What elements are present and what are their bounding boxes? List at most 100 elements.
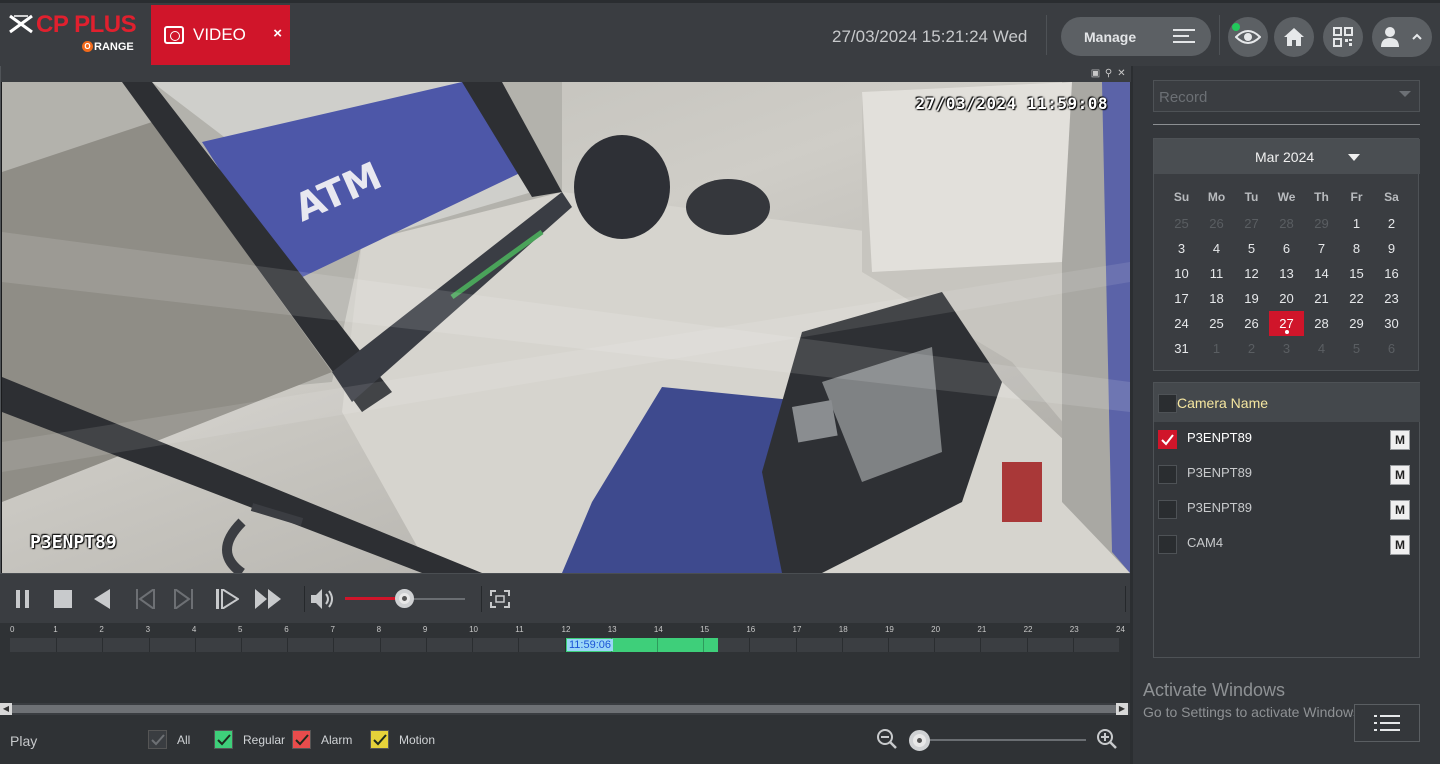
- camera-row[interactable]: P3ENPT89 M: [1154, 492, 1420, 527]
- calendar-day[interactable]: 13: [1269, 261, 1304, 286]
- camera-checkbox[interactable]: [1158, 535, 1177, 554]
- timeline-ruler[interactable]: 0 1 2 3 4 5 6 7 8 9 10 11 12 13 14 15 16 17 18 19 20 21 22 23 24: [0, 623, 1130, 703]
- calendar-day[interactable]: 2: [1234, 336, 1269, 361]
- calendar-day[interactable]: 11: [1199, 261, 1234, 286]
- legend-checkbox[interactable]: [148, 730, 167, 749]
- calendar-day[interactable]: 7: [1304, 236, 1339, 261]
- scrollbar-thumb[interactable]: [12, 705, 1116, 713]
- timeline-hour-label: 15: [700, 625, 710, 634]
- calendar-day[interactable]: 28: [1304, 311, 1339, 336]
- mute-button[interactable]: [310, 586, 336, 612]
- calendar-day[interactable]: 10: [1164, 261, 1199, 286]
- calendar-day[interactable]: 25: [1199, 311, 1234, 336]
- select-all-cameras-checkbox[interactable]: [1158, 394, 1177, 413]
- calendar-day[interactable]: 26: [1234, 311, 1269, 336]
- calendar-day[interactable]: 25: [1164, 211, 1199, 236]
- video-window[interactable]: ▣ ⚲ ✕ ATM 27/03/2024 11:59:08 P3ENPT89: [0, 66, 1131, 573]
- calendar-day[interactable]: 8: [1339, 236, 1374, 261]
- calendar-day[interactable]: 4: [1199, 236, 1234, 261]
- calendar-day[interactable]: 1: [1199, 336, 1234, 361]
- calendar-day[interactable]: 31: [1164, 336, 1199, 361]
- fullscreen-button[interactable]: [488, 586, 512, 612]
- calendar-day[interactable]: 28: [1269, 211, 1304, 236]
- calendar-day[interactable]: 6: [1269, 236, 1304, 261]
- calendar-day[interactable]: 2: [1374, 211, 1409, 236]
- camera-row[interactable]: P3ENPT89 M: [1154, 457, 1420, 492]
- calendar-day[interactable]: 20: [1269, 286, 1304, 311]
- calendar-day[interactable]: 9: [1374, 236, 1409, 261]
- calendar-day[interactable]: 27: [1269, 311, 1304, 336]
- zoom-out-icon[interactable]: [876, 728, 898, 750]
- tab-close-button[interactable]: ×: [273, 25, 282, 42]
- legend-filter-2[interactable]: Alarm: [292, 730, 352, 749]
- calendar-day[interactable]: 17: [1164, 286, 1199, 311]
- calendar-day[interactable]: 21: [1304, 286, 1339, 311]
- camera-row[interactable]: CAM4 M: [1154, 527, 1420, 562]
- scroll-right-arrow-icon[interactable]: ▶: [1116, 703, 1128, 715]
- camera-row[interactable]: P3ENPT89 M: [1154, 422, 1420, 457]
- calendar-day[interactable]: 29: [1339, 311, 1374, 336]
- stop-button[interactable]: [52, 586, 74, 612]
- month-dropdown-icon[interactable]: [1348, 154, 1360, 161]
- tab-video[interactable]: VIDEO ×: [151, 5, 290, 65]
- scroll-left-arrow-icon[interactable]: ◀: [0, 703, 12, 715]
- snapshot-icon[interactable]: ▣: [1090, 68, 1101, 79]
- calendar-day[interactable]: 5: [1339, 336, 1374, 361]
- calendar-day[interactable]: 22: [1339, 286, 1374, 311]
- volume-slider-handle[interactable]: [395, 589, 414, 608]
- previous-frame-button[interactable]: [133, 586, 157, 612]
- camera-checkbox[interactable]: [1158, 500, 1177, 519]
- user-menu-button[interactable]: [1372, 17, 1432, 57]
- zoom-in-icon[interactable]: [1096, 728, 1118, 750]
- calendar-day[interactable]: 3: [1269, 336, 1304, 361]
- list-view-button[interactable]: [1354, 704, 1420, 742]
- calendar-day[interactable]: 24: [1164, 311, 1199, 336]
- timeline-scrollbar[interactable]: ◀ ▶: [0, 703, 1130, 715]
- camera-checkbox[interactable]: [1158, 465, 1177, 484]
- calendar-day[interactable]: 6: [1374, 336, 1409, 361]
- calendar-day[interactable]: 14: [1304, 261, 1339, 286]
- zoom-icon[interactable]: ⚲: [1103, 68, 1114, 79]
- calendar-day[interactable]: 18: [1199, 286, 1234, 311]
- fast-forward-button[interactable]: [254, 586, 282, 612]
- camera-name: P3ENPT89: [1187, 500, 1253, 515]
- slow-play-button[interactable]: [214, 586, 240, 612]
- camera-main-stream-button[interactable]: M: [1390, 535, 1410, 555]
- calendar-day[interactable]: 3: [1164, 236, 1199, 261]
- calendar-day[interactable]: 29: [1304, 211, 1339, 236]
- qr-code-button[interactable]: [1323, 17, 1363, 57]
- playback-cursor[interactable]: [564, 638, 566, 652]
- home-button[interactable]: [1274, 17, 1314, 57]
- manage-button[interactable]: Manage: [1061, 17, 1211, 56]
- reverse-play-button[interactable]: [90, 586, 114, 612]
- calendar-day[interactable]: 5: [1234, 236, 1269, 261]
- calendar-day[interactable]: 4: [1304, 336, 1339, 361]
- calendar-day[interactable]: 23: [1374, 286, 1409, 311]
- calendar-day[interactable]: 30: [1374, 311, 1409, 336]
- pause-button[interactable]: [12, 586, 34, 612]
- calendar-day[interactable]: 19: [1234, 286, 1269, 311]
- calendar-day[interactable]: 1: [1339, 211, 1374, 236]
- calendar-day[interactable]: 16: [1374, 261, 1409, 286]
- next-frame-button[interactable]: [172, 586, 196, 612]
- legend-checkbox[interactable]: [214, 730, 233, 749]
- camera-checkbox[interactable]: [1158, 430, 1177, 449]
- camera-main-stream-button[interactable]: M: [1390, 465, 1410, 485]
- legend-checkbox[interactable]: [292, 730, 311, 749]
- legend-filter-1[interactable]: Regular: [214, 730, 285, 749]
- zoom-track[interactable]: [918, 739, 1086, 741]
- legend-filter-3[interactable]: Motion: [370, 730, 435, 749]
- record-type-select[interactable]: Record: [1153, 80, 1420, 112]
- calendar-header[interactable]: Mar 2024: [1154, 139, 1420, 174]
- zoom-slider-handle[interactable]: [909, 730, 930, 751]
- calendar-day[interactable]: 26: [1199, 211, 1234, 236]
- calendar-day[interactable]: 15: [1339, 261, 1374, 286]
- calendar-day[interactable]: 12: [1234, 261, 1269, 286]
- close-icon[interactable]: ✕: [1116, 68, 1127, 79]
- calendar-day[interactable]: 27: [1234, 211, 1269, 236]
- legend-filter-0[interactable]: All: [148, 730, 190, 749]
- camera-feed[interactable]: ATM 27/03/2024 11:59:08 P3ENPT89: [2, 82, 1130, 573]
- camera-main-stream-button[interactable]: M: [1390, 500, 1410, 520]
- legend-checkbox[interactable]: [370, 730, 389, 749]
- camera-main-stream-button[interactable]: M: [1390, 430, 1410, 450]
